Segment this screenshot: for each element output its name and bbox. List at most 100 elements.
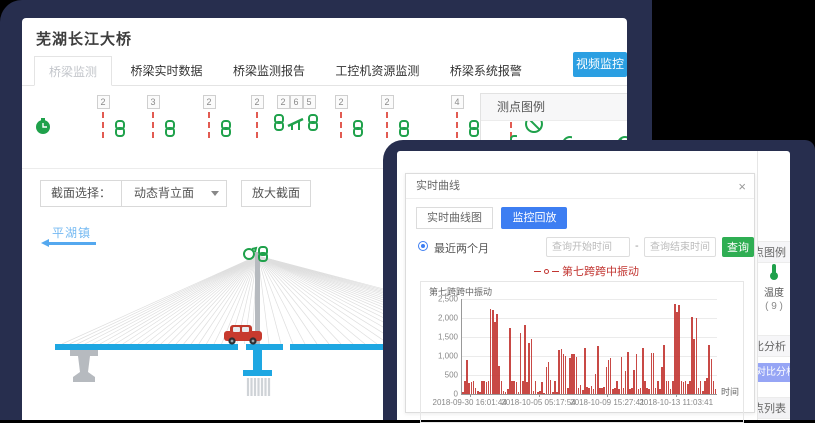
chart-bar (597, 346, 599, 394)
section-select-value: 动态背立面 (134, 186, 194, 200)
x-tick-label: 2018-09-30 16:01:44 (432, 398, 506, 407)
section-select[interactable]: 动态背立面 (122, 181, 226, 206)
clock-sensor-icon[interactable] (34, 92, 52, 142)
popup-window: 实时曲线 × 实时曲线图 监控回放 最近两个月 - 查询 第七跨跨中振动 第七跨… (397, 151, 790, 420)
dashed-line (256, 112, 258, 138)
realtime-curve-modal: 实时曲线 × 实时曲线图 监控回放 最近两个月 - 查询 第七跨跨中振动 第七跨… (405, 173, 755, 413)
sensor-count-badge: 3 (147, 95, 160, 109)
tab-bridge-monitor[interactable]: 桥梁监测 (34, 56, 112, 86)
sensor-point[interactable]: 2 (200, 92, 232, 142)
chart-plot: 2,5002,0001,5001,00050002018-09-30 16:01… (461, 299, 717, 395)
range-separator: - (635, 240, 639, 252)
query-button[interactable]: 查询 (722, 237, 754, 257)
bridge-pier (70, 350, 98, 382)
radio-last-two-months[interactable] (418, 241, 428, 251)
sensor-count-badge: 2 (335, 95, 348, 109)
video-monitor-button[interactable]: 视频监控 (573, 52, 627, 77)
sensor-count-badge: 5 (303, 95, 316, 109)
dashed-line (456, 112, 458, 138)
left-arrow-icon (48, 242, 96, 245)
sensor-row: 23222652242 (34, 92, 544, 144)
close-icon[interactable]: × (738, 174, 746, 199)
link-sensor-icon[interactable] (307, 114, 319, 131)
legend-marker-icon (544, 269, 549, 274)
x-tick-label: 2018-10-09 15:27:41 (570, 398, 644, 407)
sensor-count-badge: 6 (290, 95, 303, 109)
page-fragment-strip: 测点图例 温度 ( 9 ) 对比分析 对比分析 测点列表 (757, 151, 790, 420)
fragment-compare-header: 对比分析 (758, 335, 790, 357)
link-sensor-icon[interactable] (398, 120, 410, 137)
sensor-cluster[interactable]: 265 (268, 92, 324, 142)
caret-down-icon (211, 191, 219, 196)
dashed-line (102, 112, 104, 138)
x-tick-label: 2018-10-05 05:17:54 (501, 398, 575, 407)
modal-header: 实时曲线 × (406, 174, 754, 199)
sensor-point[interactable]: 3 (144, 92, 176, 142)
chart-bar (696, 318, 698, 394)
x-axis-name: 时间 (721, 385, 739, 398)
fragment-legend-header: 测点图例 (758, 241, 790, 263)
chart-bar (715, 389, 717, 394)
dashed-line (152, 112, 154, 138)
fragment-list-header: 测点列表 (758, 397, 790, 419)
modal-tabs: 实时曲线图 监控回放 (416, 207, 754, 229)
chart-bar (636, 354, 638, 394)
chart-bar (531, 339, 533, 394)
tab-ipc-resource[interactable]: 工控机资源监测 (335, 56, 419, 86)
tab-monitor-report[interactable]: 桥梁监测报告 (233, 56, 305, 86)
chart-container: 第七跨跨中振动 2,5002,0001,5001,00050002018-09-… (420, 281, 744, 423)
query-start-time-input[interactable] (546, 237, 630, 257)
y-tick-label: 2,500 (438, 295, 458, 304)
query-end-time-input[interactable] (644, 237, 716, 257)
legend-panel-title: 测点图例 (481, 94, 627, 121)
chart-bar (627, 352, 629, 394)
tab-system-alarm[interactable]: 桥梁系统报警 (450, 56, 522, 86)
chart-legend[interactable]: 第七跨跨中振动 (534, 263, 754, 279)
compare-analysis-button[interactable]: 对比分析 (757, 363, 790, 382)
sensor-count-badge: 4 (451, 95, 464, 109)
sensor-count-badge: 2 (251, 95, 264, 109)
temperature-block[interactable]: 温度 ( 9 ) (758, 263, 790, 312)
legend-label: 第七跨跨中振动 (562, 263, 639, 279)
legend-marker-icon (534, 271, 541, 272)
link-sensor-icon[interactable] (352, 120, 364, 137)
link-sensor-icon[interactable] (468, 120, 480, 137)
foundation-hatch (248, 378, 269, 396)
dashed-line (208, 112, 210, 138)
section-select-group: 截面选择： 动态背立面 (40, 180, 227, 207)
y-tick-label: 1,500 (438, 333, 458, 342)
temperature-count: ( 9 ) (758, 301, 790, 312)
tab-monitor-playback[interactable]: 监控回放 (501, 207, 567, 229)
section-controls: 截面选择： 动态背立面 放大截面 (40, 180, 311, 207)
thermometer-icon (768, 263, 780, 281)
y-tick-label: 1,000 (438, 352, 458, 361)
section-select-label: 截面选择： (41, 181, 122, 206)
dashed-line (386, 112, 388, 138)
sensor-point[interactable]: 2 (378, 92, 410, 142)
link-sensor-icon[interactable] (220, 120, 232, 137)
sensor-point[interactable]: 2 (94, 92, 126, 142)
x-tick-label: 2018-10-13 11:03:41 (639, 398, 713, 407)
sensor-count-badge: 2 (381, 95, 394, 109)
link-sensor-icon[interactable] (164, 120, 176, 137)
sensor-count-badge: 2 (97, 95, 110, 109)
temperature-label: 温度 (758, 284, 790, 299)
modal-title: 实时曲线 (416, 180, 460, 192)
page-title: 芜湖长江大桥 (36, 28, 132, 49)
tabs-bar: 桥梁监测 桥梁实时数据 桥梁监测报告 工控机资源监测 桥梁系统报警 (22, 56, 627, 86)
zoom-section-button[interactable]: 放大截面 (241, 180, 311, 207)
tab-realtime-curve-chart[interactable]: 实时曲线图 (416, 207, 493, 229)
legend-marker-icon (552, 271, 559, 272)
dashed-line (340, 112, 342, 138)
sensor-point[interactable]: 4 (448, 92, 480, 142)
y-tick-label: 500 (445, 371, 458, 380)
sensor-point[interactable]: 2 (332, 92, 364, 142)
sensor-point[interactable]: 2 (248, 92, 266, 142)
link-sensor-icon[interactable] (114, 120, 126, 137)
sensor-count-badge: 2 (277, 95, 290, 109)
radio-label: 最近两个月 (434, 240, 489, 256)
weighbridge-icon (286, 114, 306, 131)
bank-label: 平湖镇 (52, 224, 91, 241)
tab-realtime-data[interactable]: 桥梁实时数据 (130, 56, 202, 86)
link-sensor-icon[interactable] (273, 114, 285, 131)
